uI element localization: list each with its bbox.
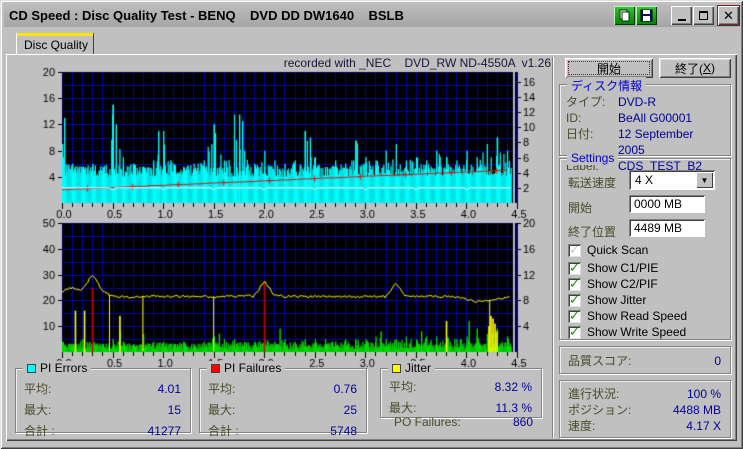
stat-row: 平均: 8.32 % (389, 380, 532, 394)
maximize-icon (699, 11, 708, 20)
status-row: 進行状況: 100 % (568, 387, 721, 401)
minimize-button[interactable] (671, 6, 692, 25)
pi-errors-swatch-icon (27, 363, 36, 373)
dropdown-arrow-icon[interactable]: ▼ (696, 172, 713, 188)
disc-info-group: ディスク情報 タイプ: DVD-R ID: BeAll G00001 日付: 12 S… (559, 77, 731, 173)
checkbox-icon (568, 308, 581, 324)
checkbox-icon (568, 242, 581, 258)
legend-title: Jitter (405, 361, 432, 375)
legend-pi-errors: PI Errors 平均: 4.01 最大: 15 合計 :41277 (15, 361, 191, 438)
tab-label: Disc Quality (24, 38, 89, 52)
legend-title: PI Errors (40, 361, 88, 375)
legend-pi-failures: PI Failures 平均: 0.76 最大: 25 合計 :5748 (199, 361, 367, 438)
disc-info-row: ID: BeAll G00001 (566, 111, 693, 125)
stat-row: 合計 :41277 (24, 424, 181, 438)
disc-quality-pane: recorded with _NEC DVD_RW ND-4550A v1.26… (6, 54, 737, 441)
speed-label: 転送速度 (568, 176, 617, 190)
status-group: 進行状況: 100 % ポジション: 4488 MB 速度: 4.17 X (559, 380, 731, 438)
app-window: CD Speed : Disc Quality Test - BENQ DVD … (0, 0, 743, 449)
end-mb-input[interactable]: 4489 MB (629, 219, 705, 237)
disc-info-row: タイプ: DVD-R (566, 95, 656, 109)
checkbox-icon (568, 292, 581, 308)
titlebar-save-button[interactable] (636, 6, 657, 25)
close-icon: ✕ (723, 8, 734, 23)
maximize-button[interactable] (693, 6, 714, 25)
checkbox-show-c1-pie[interactable]: Show C1/PIE (568, 260, 658, 276)
checkbox-show-write-speed[interactable]: Show Write Speed (568, 324, 686, 340)
po-failures-row: PO Failures: 860 (394, 415, 533, 429)
settings-title: Settings (567, 151, 619, 165)
settings-group: Settings 転送速度 4 X ▼ 開始 0000 MB 終了位置 4489… (559, 151, 731, 340)
copy-icon (619, 9, 630, 22)
vertical-divider (552, 57, 554, 438)
status-row: 速度: 4.17 X (568, 419, 721, 433)
start-mb-input[interactable]: 0000 MB (629, 195, 705, 213)
checkbox-show-read-speed[interactable]: Show Read Speed (568, 308, 687, 324)
checkbox-icon (568, 324, 581, 340)
window-title: CD Speed : Disc Quality Test - BENQ DVD … (9, 8, 404, 23)
checkbox-quick-scan[interactable]: Quick Scan (568, 242, 648, 258)
quality-score-row: 品質スコア: 0 (568, 354, 721, 368)
disc-info-title: ディスク情報 (567, 77, 647, 94)
checkbox-show-c2-pif[interactable]: Show C2/PIF (568, 276, 658, 292)
stat-row: 最大: 25 (208, 403, 357, 417)
close-button[interactable]: ✕ (718, 6, 739, 25)
quality-score-group: 品質スコア: 0 (559, 346, 731, 374)
quality-charts (6, 64, 556, 368)
checkbox-icon (568, 260, 581, 276)
jitter-swatch-icon (392, 363, 401, 373)
stat-row: 平均: 4.01 (24, 382, 181, 396)
speed-select[interactable]: 4 X ▼ (629, 170, 715, 190)
start-button[interactable]: 開始 (565, 58, 653, 78)
status-row: ポジション: 4488 MB (568, 403, 721, 417)
legend-title: PI Failures (224, 361, 282, 375)
checkbox-show-jitter[interactable]: Show Jitter (568, 292, 646, 308)
minimize-icon (677, 19, 686, 21)
stat-row: 平均: 0.76 (208, 382, 357, 396)
save-icon (640, 9, 653, 22)
checkbox-icon (568, 276, 581, 292)
tab-disc-quality[interactable]: Disc Quality (16, 33, 94, 54)
titlebar: CD Speed : Disc Quality Test - BENQ DVD … (4, 4, 739, 27)
end-mb-label: 終了位置 (568, 225, 617, 239)
tab-active-stripe (17, 33, 93, 36)
stat-row: 最大: 15 (24, 403, 181, 417)
stat-row: 合計 :5748 (208, 424, 357, 438)
start-mb-label: 開始 (568, 201, 593, 215)
legend-jitter: Jitter 平均: 8.32 % 最大: 11.3 % (380, 361, 542, 418)
pi-failures-swatch-icon (211, 363, 220, 373)
exit-button[interactable]: 終了(X) (659, 58, 731, 78)
titlebar-copy-button[interactable] (614, 6, 635, 25)
